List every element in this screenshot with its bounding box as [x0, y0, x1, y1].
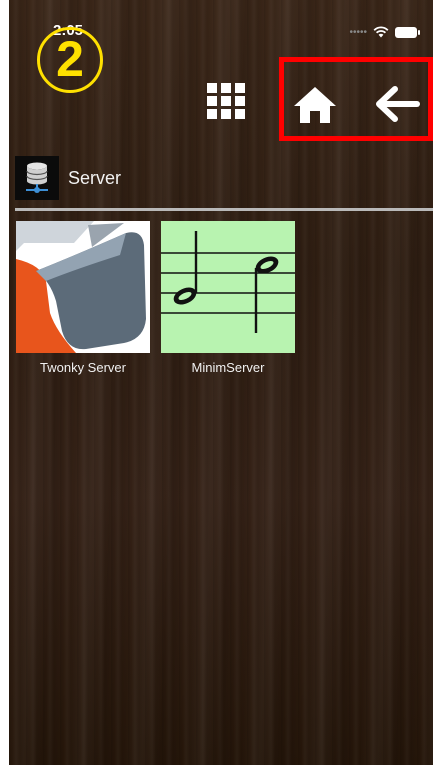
- home-button[interactable]: [292, 84, 338, 126]
- server-tile-minim[interactable]: MinimServer: [160, 221, 296, 375]
- app-screen: 2:05 ••••• 2 Server Twonky Server MinimS…: [9, 0, 433, 765]
- home-icon: [294, 87, 336, 123]
- music-notes-logo: [161, 221, 295, 353]
- step-number: 2: [56, 31, 84, 87]
- section-title: Server: [68, 167, 122, 188]
- section-divider: [15, 208, 433, 211]
- grid-view-button[interactable]: [207, 79, 247, 123]
- twonky-logo: [16, 221, 150, 353]
- back-button[interactable]: [372, 82, 422, 126]
- battery-icon: [395, 26, 420, 38]
- grid-view-icon: [207, 83, 245, 119]
- signal-dots-icon: •••••: [349, 26, 367, 38]
- step-number-badge: 2: [37, 27, 103, 93]
- wifi-icon: [373, 26, 389, 38]
- status-icons: •••••: [349, 26, 420, 38]
- server-tile-twonky[interactable]: Twonky Server: [15, 221, 151, 375]
- server-label: Twonky Server: [40, 360, 126, 375]
- back-arrow-icon: [376, 86, 420, 122]
- server-label: MinimServer: [191, 360, 265, 375]
- section-header: Server: [15, 156, 121, 200]
- database-server-icon: [15, 156, 59, 200]
